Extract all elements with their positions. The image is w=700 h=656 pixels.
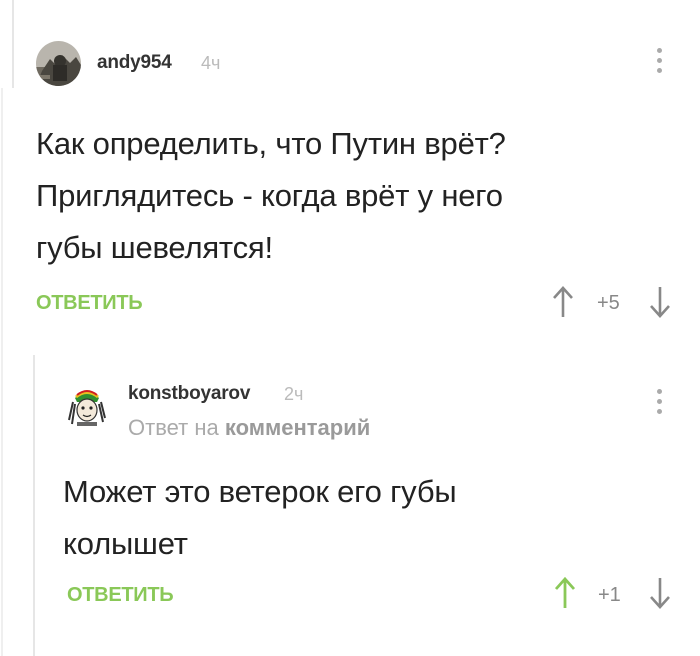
- reply-to-prefix: Ответ на: [128, 415, 219, 440]
- reply-button[interactable]: ОТВЕТИТЬ: [36, 292, 143, 315]
- comment-text-line: Приглядитесь - когда врёт у него: [36, 178, 503, 213]
- comment-text: Может это ветерок его губы колышет: [63, 466, 457, 570]
- thread-line-left: [1, 88, 3, 656]
- comment-text: Как определить, что Путин врёт? Пригляди…: [36, 118, 506, 274]
- comment-text-line: губы шевелятся!: [36, 230, 273, 265]
- username[interactable]: andy954: [97, 52, 172, 74]
- thread-line-reply: [33, 355, 35, 656]
- username[interactable]: konstboyarov: [128, 383, 250, 405]
- rating: +1: [598, 584, 621, 606]
- avatar[interactable]: [63, 384, 111, 432]
- timestamp: 2ч: [284, 384, 304, 404]
- timestamp: 4ч: [201, 53, 221, 73]
- comment-text-line: колышет: [63, 526, 188, 561]
- reply-to-link[interactable]: комментарий: [225, 415, 370, 440]
- more-options-icon[interactable]: [654, 389, 664, 419]
- avatar[interactable]: [36, 41, 81, 86]
- upvote-arrow-icon[interactable]: [553, 576, 577, 610]
- reply-to-label: Ответ на комментарий: [128, 415, 370, 441]
- upvote-arrow-icon[interactable]: [551, 285, 575, 319]
- rating: +5: [597, 292, 620, 314]
- downvote-arrow-icon[interactable]: [648, 576, 672, 610]
- reply-button[interactable]: ОТВЕТИТЬ: [67, 584, 174, 607]
- more-options-icon[interactable]: [654, 48, 664, 78]
- comment-text-line: Как определить, что Путин врёт?: [36, 126, 506, 161]
- downvote-arrow-icon[interactable]: [648, 285, 672, 319]
- comment-text-line: Может это ветерок его губы: [63, 474, 457, 509]
- thread-line-top: [12, 0, 14, 88]
